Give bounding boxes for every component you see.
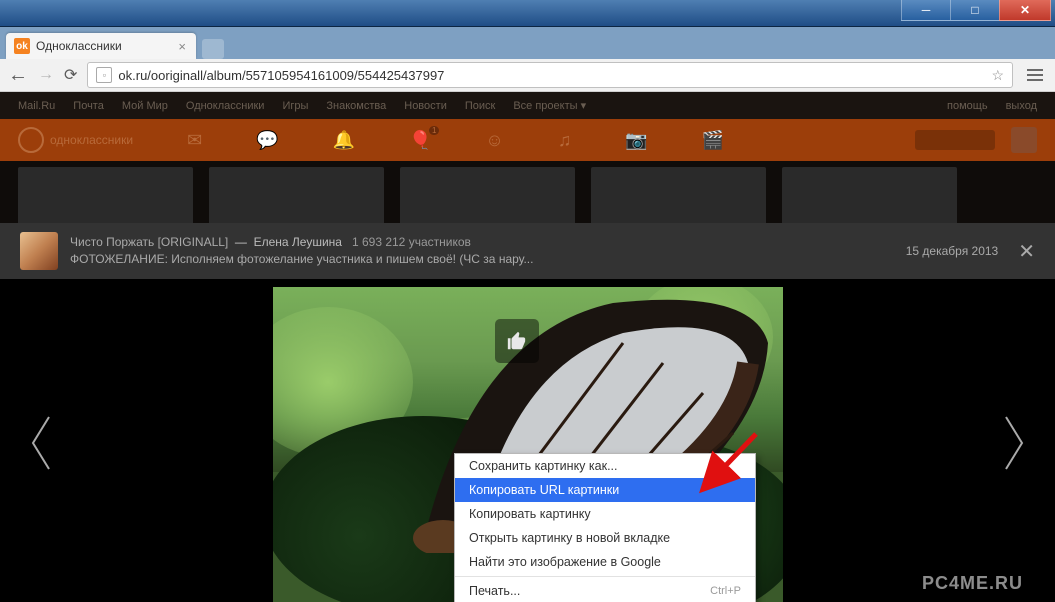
address-bar[interactable]: ▫ ok.ru/ooriginall/album/557105954161009… xyxy=(87,62,1013,88)
thumbnail[interactable] xyxy=(591,167,766,227)
album-title[interactable]: ФОТОЖЕЛАНИЕ: Исполняем фотожелание участ… xyxy=(70,251,906,268)
window-close-button[interactable]: ✕ xyxy=(999,0,1051,21)
browser-toolbar: ← → ⟳ ▫ ok.ru/ooriginall/album/557105954… xyxy=(0,59,1055,92)
topbar-help[interactable]: помощь xyxy=(947,100,988,112)
tab-close-icon[interactable]: × xyxy=(178,39,186,54)
ok-logo[interactable]: одноклассники xyxy=(18,127,133,153)
nav-back-icon[interactable]: ← xyxy=(8,64,28,87)
new-tab-button[interactable] xyxy=(202,39,224,59)
members-count: 1 693 212 участников xyxy=(352,235,471,249)
ok-favicon: ok xyxy=(14,38,30,54)
photo-date: 15 декабря 2013 xyxy=(906,244,998,258)
window-maximize-button[interactable]: □ xyxy=(950,0,1000,21)
watermark: PC4ME.RU xyxy=(922,573,1023,594)
tab-strip: ok Одноклассники × xyxy=(0,27,1055,59)
next-photo-button[interactable] xyxy=(975,413,1055,473)
group-name[interactable]: Чисто Поржать [ORIGINALL] xyxy=(70,235,228,249)
thumbnail[interactable] xyxy=(782,167,957,227)
ctx-label: Найти это изображение в Google xyxy=(469,555,661,569)
topbar-item[interactable]: Mail.Ru xyxy=(18,100,55,112)
mailru-topbar: Mail.Ru Почта Мой Мир Одноклассники Игры… xyxy=(0,92,1055,119)
topbar-item[interactable]: Знакомства xyxy=(326,100,386,112)
window-minimize-button[interactable]: ─ xyxy=(901,0,951,21)
topbar-item[interactable]: Поиск xyxy=(465,100,495,112)
topbar-item[interactable]: Игры xyxy=(282,100,308,112)
meta-sep: — xyxy=(235,235,247,249)
ctx-separator xyxy=(455,576,755,577)
annotation-arrow xyxy=(696,428,766,498)
ctx-label: Копировать картинку xyxy=(469,507,591,521)
topbar-item[interactable]: Все проекты ▾ xyxy=(513,99,586,112)
tab-title: Одноклассники xyxy=(36,39,172,53)
bookmark-star-icon[interactable]: ☆ xyxy=(991,67,1004,84)
ctx-search-google-image[interactable]: Найти это изображение в Google xyxy=(455,550,755,574)
ok-logo-icon xyxy=(18,127,44,153)
topbar-logout[interactable]: выход xyxy=(1006,100,1037,112)
badge-count: 1 xyxy=(429,126,439,135)
browser-tab[interactable]: ok Одноклассники × xyxy=(6,33,196,59)
browser-window: ─ □ ✕ ok Одноклассники × ← → ⟳ ▫ ok.ru/o… xyxy=(0,0,1055,602)
page-viewport: Mail.Ru Почта Мой Мир Одноклассники Игры… xyxy=(0,92,1055,602)
window-titlebar[interactable]: ─ □ ✕ xyxy=(0,0,1055,27)
reload-icon[interactable]: ⟳ xyxy=(64,65,77,85)
prev-photo-button[interactable] xyxy=(0,413,80,473)
like-button[interactable] xyxy=(495,319,539,363)
topbar-item[interactable]: Мой Мир xyxy=(122,100,168,112)
photo-header: Чисто Поржать [ORIGINALL] — Елена Леушин… xyxy=(0,223,1055,279)
ctx-label: Копировать URL картинки xyxy=(469,483,619,497)
group-avatar[interactable] xyxy=(20,232,58,270)
ctx-shortcut: Ctrl+P xyxy=(710,585,741,597)
close-icon[interactable]: ✕ xyxy=(1018,239,1035,264)
nav-forward-icon[interactable]: → xyxy=(38,66,54,84)
profile-avatar[interactable] xyxy=(1011,127,1037,153)
ctx-print[interactable]: Печать... Ctrl+P xyxy=(455,579,755,602)
thumbnail[interactable] xyxy=(400,167,575,227)
photo-meta: Чисто Поржать [ORIGINALL] — Елена Леушин… xyxy=(70,234,906,268)
ok-brand-text: одноклассники xyxy=(50,133,133,147)
browser-menu-icon[interactable] xyxy=(1023,65,1047,85)
events-icon[interactable]: ☺ xyxy=(485,130,503,151)
ctx-label: Открыть картинку в новой вкладке xyxy=(469,531,670,545)
photo-icon[interactable]: 📷 xyxy=(625,130,647,151)
music-icon[interactable]: ♫ xyxy=(558,130,572,151)
ctx-open-image-new-tab[interactable]: Открыть картинку в новой вкладке xyxy=(455,526,755,550)
thumbnail[interactable] xyxy=(18,167,193,227)
ctx-label: Сохранить картинку как... xyxy=(469,459,618,473)
video-icon[interactable]: 🎬 xyxy=(702,130,724,151)
guests-icon[interactable]: 🎈1 xyxy=(409,130,431,151)
header-search-input[interactable] xyxy=(915,130,995,150)
topbar-item[interactable]: Одноклассники xyxy=(186,100,265,112)
topbar-item[interactable]: Новости xyxy=(404,100,447,112)
notifications-icon[interactable]: 🔔 xyxy=(333,130,355,151)
author-name[interactable]: Елена Леушина xyxy=(254,235,342,249)
thumbnail[interactable] xyxy=(209,167,384,227)
ctx-label: Печать... xyxy=(469,584,520,598)
discussions-icon[interactable]: 💬 xyxy=(256,130,278,151)
page-icon: ▫ xyxy=(96,67,112,83)
ok-header: одноклассники ✉ 💬 🔔 🎈1 ☺ ♫ 📷 🎬 xyxy=(0,119,1055,161)
url-text: ok.ru/ooriginall/album/557105954161009/5… xyxy=(118,68,991,83)
messages-icon[interactable]: ✉ xyxy=(187,130,202,151)
ctx-copy-image[interactable]: Копировать картинку xyxy=(455,502,755,526)
topbar-item[interactable]: Почта xyxy=(73,100,104,112)
